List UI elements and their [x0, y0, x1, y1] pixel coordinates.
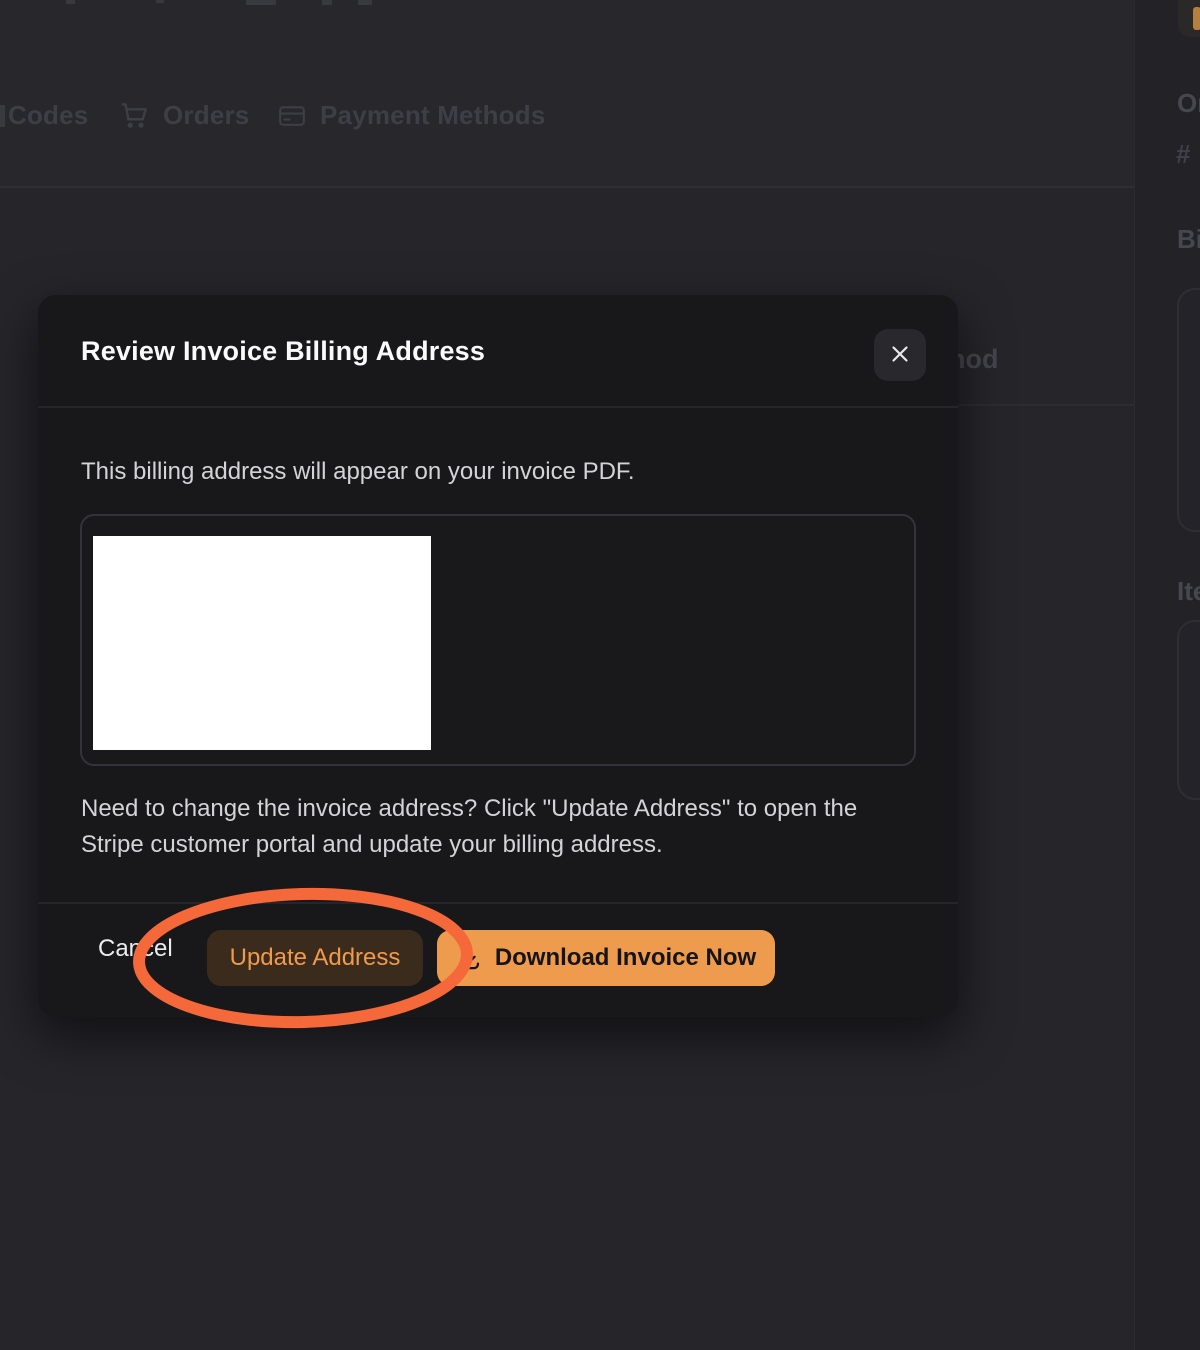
cancel-button[interactable]: Cancel — [98, 935, 173, 963]
cut-off-tab-fragment — [0, 105, 5, 127]
sidebar-order-number: # — [1176, 139, 1190, 170]
cut-off-text-fragment — [322, 0, 332, 5]
download-icon — [456, 945, 483, 972]
top-right-partial-button[interactable] — [1178, 0, 1200, 37]
update-address-button[interactable]: Update Address — [207, 930, 423, 986]
sidebar-items-heading: Ite — [1177, 576, 1200, 607]
cut-off-text-fragment — [156, 0, 164, 3]
sidebar-items-card — [1177, 620, 1200, 800]
modal-title: Review Invoice Billing Address — [81, 336, 485, 367]
header-divider — [0, 186, 1134, 188]
close-button[interactable] — [874, 329, 926, 381]
cut-off-text-fragment — [246, 0, 276, 5]
download-invoice-button[interactable]: Download Invoice Now — [437, 930, 775, 986]
tab-codes[interactable]: Codes — [8, 100, 88, 131]
screen: Codes Orders Payment Methods ethod Or # … — [0, 0, 1200, 1350]
sidebar-billing-heading: Bil — [1177, 224, 1200, 255]
modal-header: Review Invoice Billing Address — [38, 295, 958, 408]
cut-off-text-fragment — [358, 0, 372, 5]
cut-off-text-fragment — [66, 0, 75, 4]
redacted-address-block — [93, 536, 431, 750]
sidebar-billing-card — [1177, 288, 1200, 532]
tab-payment-methods[interactable]: Payment Methods — [320, 100, 546, 131]
intro-text: This billing address will appear on your… — [81, 455, 926, 489]
modal-footer: Cancel Update Address Download Invoice N… — [38, 902, 958, 1017]
billing-address-preview-box — [80, 514, 916, 766]
page-header-strip — [0, 0, 1134, 186]
tab-orders[interactable]: Orders — [163, 100, 249, 131]
shopping-cart-icon — [118, 98, 152, 137]
review-invoice-billing-address-modal: Review Invoice Billing Address This bill… — [38, 295, 958, 1017]
sidebar-order-heading: Or — [1177, 88, 1200, 119]
download-invoice-label: Download Invoice Now — [495, 944, 756, 972]
update-address-note: Need to change the invoice address? Clic… — [81, 791, 921, 863]
credit-card-icon — [277, 101, 307, 136]
partial-orange-icon — [1193, 7, 1200, 30]
close-icon — [888, 342, 912, 369]
